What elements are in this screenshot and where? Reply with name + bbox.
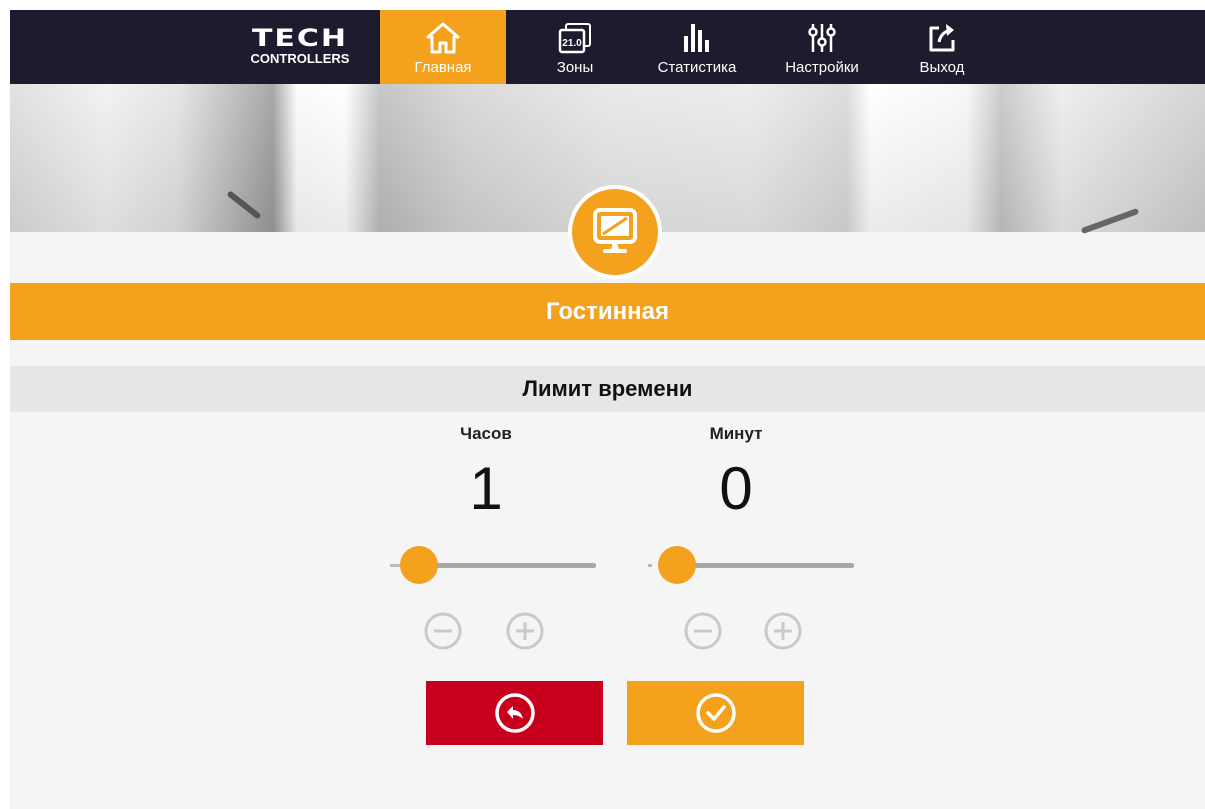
- minutes-label: Минут: [709, 424, 763, 443]
- confirm-button[interactable]: [627, 681, 804, 745]
- logo-subtitle: CONTROLLERS: [250, 51, 350, 66]
- nav-item-zones[interactable]: 21.0 Зоны: [510, 10, 640, 84]
- hours-label: Часов: [460, 424, 512, 443]
- hours-increment-button[interactable]: [500, 606, 550, 656]
- tech-controllers-logo: TECH CONTROLLERS: [240, 24, 360, 72]
- minus-circle-icon: [684, 612, 722, 650]
- nav-item-home[interactable]: Главная: [380, 10, 506, 84]
- nav-item-statistics[interactable]: Статистика: [642, 10, 752, 84]
- minutes-slider-thumb[interactable]: [658, 546, 696, 584]
- logout-icon: [927, 22, 957, 54]
- minutes-column: Минут 0: [626, 422, 846, 524]
- minutes-increment-button[interactable]: [758, 606, 808, 656]
- logo-tech-text: TECH: [251, 24, 349, 53]
- zone-name-title: Гостинная: [10, 283, 1205, 340]
- nav-item-settings[interactable]: Настройки: [772, 10, 872, 84]
- minutes-value: 0: [719, 455, 753, 522]
- hours-column: Часов 1: [376, 422, 596, 524]
- home-icon: [426, 22, 460, 54]
- svg-text:21.0: 21.0: [562, 38, 582, 49]
- hours-decrement-button[interactable]: [418, 606, 468, 656]
- hours-value: 1: [469, 455, 503, 522]
- nav-label-logout: Выход: [919, 59, 965, 76]
- nav-item-logout[interactable]: Выход: [894, 10, 990, 84]
- settings-sliders-icon: [807, 22, 837, 54]
- top-navigation: TECH CONTROLLERS Главная 21.0 Зоны Стати…: [10, 10, 1205, 84]
- time-limit-header: Лимит времени: [10, 366, 1205, 412]
- undo-icon: [494, 693, 535, 733]
- check-circle-icon: [695, 693, 736, 733]
- app-frame: TECH CONTROLLERS Главная 21.0 Зоны Стати…: [10, 10, 1205, 809]
- hours-slider[interactable]: [390, 546, 600, 584]
- minutes-slider[interactable]: [648, 546, 858, 584]
- minus-circle-icon: [424, 612, 462, 650]
- nav-label-home: Главная: [414, 59, 472, 76]
- monitor-icon: [593, 208, 637, 253]
- zones-icon: 21.0: [557, 22, 593, 54]
- minutes-decrement-button[interactable]: [678, 606, 728, 656]
- zone-icon-badge: [568, 185, 662, 279]
- plus-circle-icon: [764, 612, 802, 650]
- nav-label-settings: Настройки: [785, 59, 859, 76]
- statistics-icon: [682, 22, 712, 54]
- back-button[interactable]: [426, 681, 603, 745]
- nav-label-zones: Зоны: [556, 59, 594, 76]
- plus-circle-icon: [506, 612, 544, 650]
- hours-slider-thumb[interactable]: [400, 546, 438, 584]
- nav-label-statistics: Статистика: [657, 59, 737, 76]
